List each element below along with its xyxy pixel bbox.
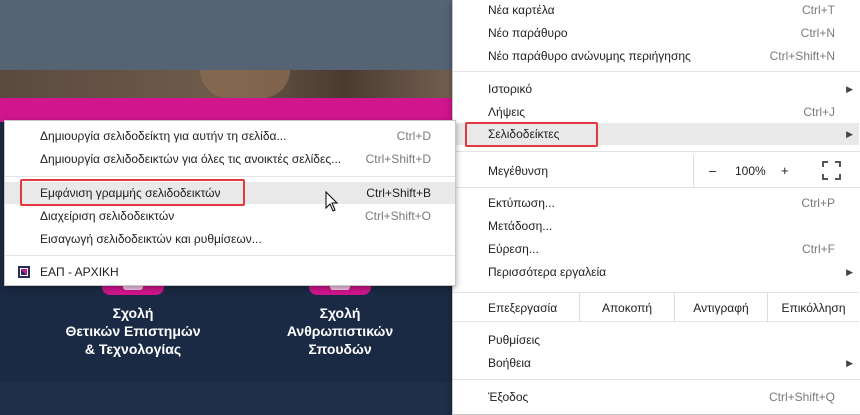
menu-separator — [453, 71, 860, 72]
school-science-link[interactable]: Σχολή Θετικών Επιστημών & Τεχνολογίας — [48, 304, 218, 358]
menu-item-history[interactable]: Ιστορικό ▶ — [453, 78, 859, 100]
menu-item-new-incognito-window[interactable]: Νέο παράθυρο ανώνυμης περιήγησης Ctrl+Sh… — [453, 45, 859, 67]
menu-item-settings[interactable]: Ρυθμίσεις — [453, 329, 859, 351]
zoom-in-button[interactable]: + — [781, 163, 789, 178]
menu-item-downloads[interactable]: Λήψεις Ctrl+J — [453, 101, 859, 123]
mouse-cursor-icon — [325, 191, 339, 212]
chrome-main-menu: Νέα καρτέλα Ctrl+T Νέο παράθυρο Ctrl+N Ν… — [452, 0, 860, 415]
submenu-arrow-icon: ▶ — [846, 128, 853, 139]
fullscreen-icon[interactable] — [822, 161, 841, 180]
eap-logo-icon — [18, 266, 30, 278]
zoom-out-button[interactable]: – — [709, 163, 716, 178]
cut-button[interactable]: Αποκοπή — [579, 293, 674, 322]
copy-button[interactable]: Αντιγραφή — [674, 293, 767, 322]
submenu-arrow-icon: ▶ — [846, 266, 853, 277]
menu-item-find[interactable]: Εύρεση... Ctrl+F — [453, 238, 859, 260]
menu-separator — [5, 176, 455, 177]
menu-item-bookmark-manager[interactable]: Διαχείριση σελιδοδεικτών Ctrl+Shift+O — [5, 205, 455, 227]
menu-separator — [5, 255, 455, 256]
menu-item-new-window[interactable]: Νέο παράθυρο Ctrl+N — [453, 22, 859, 44]
menu-item-bookmark-this-page[interactable]: Δημιουργία σελιδοδείκτη για αυτήν τη σελ… — [5, 125, 455, 147]
menu-item-import-bookmarks[interactable]: Εισαγωγή σελιδοδεικτών και ρυθμίσεων... — [5, 228, 455, 250]
menu-item-bookmarks[interactable]: Σελιδοδείκτες ▶ — [453, 123, 859, 145]
menu-item-new-tab[interactable]: Νέα καρτέλα Ctrl+T — [453, 0, 859, 21]
zoom-controls: – 100% + — [693, 155, 859, 187]
menu-item-help[interactable]: Βοήθεια ▶ — [453, 352, 859, 374]
menu-item-exit[interactable]: Έξοδος Ctrl+Shift+Q — [453, 386, 859, 408]
menu-separator — [453, 151, 860, 152]
bookmark-eap-home[interactable]: ΕΑΠ - ΑΡΧΙΚΗ — [5, 261, 455, 283]
menu-item-bookmark-all-tabs[interactable]: Δημιουργία σελιδοδεικτών για όλες τις αν… — [5, 148, 455, 170]
bookmarks-submenu: Δημιουργία σελιδοδείκτη για αυτήν τη σελ… — [4, 120, 456, 286]
zoom-row: Μεγέθυνση – 100% + — [453, 155, 859, 187]
school-humanities-link[interactable]: Σχολή Ανθρωπιστικών Σπουδών — [268, 304, 412, 358]
menu-item-show-bookmarks-bar[interactable]: Εμφάνιση γραμμής σελιδοδεικτών Ctrl+Shif… — [5, 182, 455, 204]
menu-item-cast[interactable]: Μετάδοση... — [453, 215, 859, 237]
zoom-level: 100% — [735, 164, 766, 178]
menu-item-more-tools[interactable]: Περισσότερα εργαλεία ▶ — [453, 261, 859, 283]
paste-button[interactable]: Επικόλληση — [767, 293, 859, 322]
submenu-arrow-icon: ▶ — [846, 357, 853, 368]
menu-separator — [453, 187, 860, 188]
submenu-arrow-icon: ▶ — [846, 83, 853, 94]
menu-separator — [453, 379, 860, 380]
edit-row: Επεξεργασία Αποκοπή Αντιγραφή Επικόλληση — [453, 292, 859, 322]
menu-item-print[interactable]: Εκτύπωση... Ctrl+P — [453, 192, 859, 214]
